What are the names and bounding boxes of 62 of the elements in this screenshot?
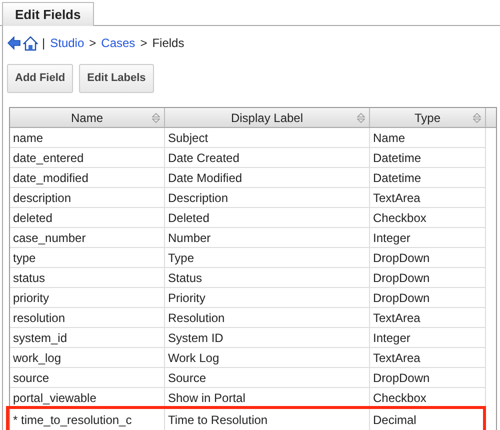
table-cell: Show in Portal bbox=[165, 388, 370, 407]
current-page: Fields bbox=[152, 35, 184, 52]
breadcrumb-arrow: > bbox=[89, 35, 96, 52]
toolbar-button[interactable]: Add Field bbox=[7, 64, 74, 93]
table-cell: resolution bbox=[10, 308, 165, 327]
table-cell: * time_to_resolution_c bbox=[10, 408, 165, 430]
table-cell: priority bbox=[10, 288, 165, 307]
back-arrow-icon[interactable] bbox=[7, 36, 21, 50]
table-cell: description bbox=[10, 188, 165, 207]
table-cell: Number bbox=[165, 228, 370, 247]
table-cell: Resolution bbox=[165, 308, 370, 327]
sort-icon bbox=[357, 113, 365, 123]
table-cell: Checkbox bbox=[370, 208, 486, 227]
table-cell: TextArea bbox=[370, 308, 486, 327]
table-cell: Priority bbox=[165, 288, 370, 307]
studio-link[interactable]: Studio bbox=[50, 34, 84, 52]
table-cell: deleted bbox=[10, 208, 165, 227]
separator: | bbox=[42, 35, 46, 52]
table-cell: Integer bbox=[370, 228, 486, 247]
table-cell: Time to Resolution bbox=[165, 408, 370, 430]
sort-icon bbox=[152, 113, 160, 123]
table-cell: Type bbox=[165, 248, 370, 267]
table-cell: Name bbox=[370, 128, 486, 147]
table-cell: Description bbox=[165, 188, 370, 207]
table-cell: DropDown bbox=[370, 288, 486, 307]
sort-icon bbox=[473, 113, 481, 123]
table-cell: source bbox=[10, 368, 165, 387]
table-cell: Deleted bbox=[165, 208, 370, 227]
table-cell: TextArea bbox=[370, 348, 486, 367]
table-cell: TextArea bbox=[370, 188, 486, 207]
table-cell: work_log bbox=[10, 348, 165, 367]
table-cell: Subject bbox=[165, 128, 370, 147]
table-cell: Work Log bbox=[165, 348, 370, 367]
table-cell: DropDown bbox=[370, 248, 486, 267]
table-cell: name bbox=[10, 128, 165, 147]
table-cell: portal_viewable bbox=[10, 388, 165, 407]
breadcrumb-arrow: > bbox=[140, 35, 148, 52]
table-cell: Datetime bbox=[370, 148, 486, 167]
table-cell: Date Created bbox=[165, 148, 370, 167]
table-cell: type bbox=[10, 248, 165, 267]
table-cell: Checkbox bbox=[370, 388, 486, 407]
table-cell: Status bbox=[165, 268, 370, 287]
cases-link[interactable]: Cases bbox=[101, 34, 136, 52]
column-header[interactable]: Name bbox=[10, 108, 165, 127]
table-cell: Integer bbox=[370, 328, 486, 347]
table-cell: system_id bbox=[10, 328, 165, 347]
table-cell: DropDown bbox=[370, 268, 486, 287]
table-cell: Date Modified bbox=[165, 168, 370, 187]
home-icon[interactable] bbox=[23, 36, 38, 50]
table-cell: date_modified bbox=[10, 168, 165, 187]
edit-fields-tab[interactable]: Edit Fields bbox=[2, 2, 94, 26]
table-cell: Datetime bbox=[370, 168, 486, 187]
table-cell: Source bbox=[165, 368, 370, 387]
column-header[interactable]: Type bbox=[370, 108, 486, 127]
table-cell: date_entered bbox=[10, 148, 165, 167]
table-cell: Decimal bbox=[370, 408, 486, 430]
toolbar-button[interactable]: Edit Labels bbox=[79, 64, 154, 93]
column-header[interactable]: Display Label bbox=[165, 108, 370, 127]
table-cell: status bbox=[10, 268, 165, 287]
table-cell: case_number bbox=[10, 228, 165, 247]
table-cell: System ID bbox=[165, 328, 370, 347]
table-cell: DropDown bbox=[370, 368, 486, 387]
